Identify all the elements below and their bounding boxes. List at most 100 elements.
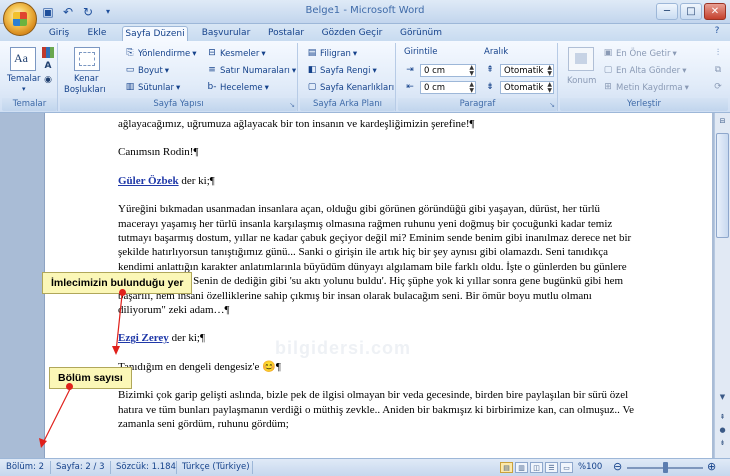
- close-button[interactable]: ✕: [704, 3, 726, 20]
- indent-left-spinner-icon[interactable]: ▲ ▼: [469, 65, 474, 77]
- theme-fonts-icon[interactable]: A: [42, 61, 54, 72]
- tab-basvurular[interactable]: Başvurular: [200, 26, 252, 41]
- zoom-in-icon[interactable]: ⊕: [707, 460, 716, 473]
- document-paragraph[interactable]: ağlayacağımız, uğrumuza ağlayacak bir to…: [118, 117, 638, 131]
- paragraph-text: Yüreğini bıkmadan usanmadan insanlara aç…: [118, 203, 632, 317]
- zoom-slider-thumb[interactable]: [663, 462, 668, 473]
- print-layout-view-icon[interactable]: ▤: [500, 462, 513, 473]
- paragraph-text: Canımsın Rodin!¶: [118, 146, 199, 159]
- zoom-out-icon[interactable]: ⊖: [613, 460, 622, 473]
- position-label[interactable]: Konum: [567, 76, 596, 86]
- spacing-after-input[interactable]: Otomatik ▲ ▼: [500, 81, 554, 94]
- status-language[interactable]: Türkçe (Türkiye): [182, 462, 250, 472]
- tab-giris[interactable]: Giriş: [46, 26, 72, 41]
- columns-icon: ▥: [125, 82, 135, 92]
- document-paragraph[interactable]: Tanıdığım en dengeli dengesiz'e 😊¶: [118, 360, 638, 374]
- send-to-back-icon: ▢: [603, 65, 613, 75]
- tab-ekle[interactable]: Ekle: [84, 26, 110, 41]
- breaks-button[interactable]: ⊟ Kesmeler ▾: [206, 48, 265, 59]
- page-borders-button[interactable]: ▢ Sayfa Kenarlıkları: [306, 82, 394, 93]
- document-text[interactable]: ağlayacağımız, uğrumuza ağlayacak bir to…: [118, 117, 638, 446]
- tab-sayfa-duzeni[interactable]: Sayfa Düzeni: [122, 26, 188, 41]
- spacing-before-spinner-icon[interactable]: ▲ ▼: [547, 65, 552, 77]
- tab-gozden-gecir[interactable]: Gözden Geçir: [320, 26, 384, 41]
- columns-button[interactable]: ▥ Sütunlar ▾: [124, 82, 181, 93]
- window-controls: ─ □ ✕: [656, 3, 726, 20]
- indent-right-icon: ⇤: [406, 82, 414, 92]
- status-word-count[interactable]: Sözcük: 1.184: [116, 462, 176, 472]
- indent-right-input[interactable]: 0 cm ▲ ▼: [420, 81, 476, 94]
- orientation-button[interactable]: ⎘ Yönlendirme ▾: [124, 48, 196, 59]
- spacing-before-input[interactable]: Otomatik ▲ ▼: [500, 64, 554, 77]
- paragraph-launcher-icon[interactable]: ↘: [549, 101, 555, 109]
- paragraph-text: der ki;¶: [168, 332, 205, 345]
- send-to-back-button[interactable]: ▢ En Alta Gönder ▾: [602, 65, 687, 76]
- web-layout-icon[interactable]: ◫: [530, 462, 543, 473]
- document-paragraph[interactable]: Canımsın Rodin!¶: [118, 145, 638, 159]
- next-page-icon[interactable]: ⇟: [716, 437, 729, 450]
- hyphenation-button[interactable]: b‐ Heceleme ▾: [206, 82, 269, 93]
- scrollbar-thumb[interactable]: [716, 133, 729, 238]
- draft-view-icon[interactable]: ▭: [560, 462, 573, 473]
- vertical-scrollbar[interactable]: ⊟ ▼ ⇞ ● ⇟: [714, 113, 730, 458]
- themes-icon[interactable]: Aa: [10, 47, 36, 71]
- spacing-before-icon: ⇞: [486, 65, 494, 75]
- margins-label-1[interactable]: Kenar: [74, 74, 98, 84]
- group-paragraf: Girintile Aralık ⇥ 0 cm ▲ ▼ ⇤ 0 cm ▲ ▼ ⇞ Oto…: [398, 43, 558, 111]
- watermark-button[interactable]: ▤ Filigran ▾: [306, 48, 357, 59]
- outline-view-icon[interactable]: ☰: [545, 462, 558, 473]
- help-icon[interactable]: ?: [710, 26, 724, 39]
- minimize-button[interactable]: ─: [656, 3, 678, 20]
- position-icon[interactable]: [568, 47, 594, 71]
- status-page[interactable]: Sayfa: 2 / 3: [56, 462, 105, 472]
- callout-cursor-dot: [119, 289, 126, 296]
- document-paragraph[interactable]: Yüreğini bıkmadan usanmadan insanlara aç…: [118, 202, 638, 317]
- group-objects-icon[interactable]: ⧉: [712, 65, 724, 76]
- full-screen-reading-icon[interactable]: ▥: [515, 462, 528, 473]
- maximize-button[interactable]: □: [680, 3, 702, 20]
- align-icon[interactable]: ⫶: [712, 48, 724, 59]
- group-label-sayfa-arka-plani: Sayfa Arka Planı: [300, 98, 395, 111]
- line-numbers-button[interactable]: ≡ Satır Numaraları ▾: [206, 65, 296, 76]
- status-section[interactable]: Bölüm: 2: [6, 462, 44, 472]
- themes-button-label[interactable]: Temalar: [7, 74, 41, 84]
- indent-left-input[interactable]: 0 cm ▲ ▼: [420, 64, 476, 77]
- margins-icon[interactable]: [74, 47, 100, 71]
- indent-heading: Girintile: [404, 47, 438, 57]
- page-color-icon: ◧: [307, 65, 317, 75]
- page-setup-launcher-icon[interactable]: ↘: [289, 101, 295, 109]
- browse-object-icon[interactable]: ●: [716, 424, 729, 437]
- scroll-down-icon[interactable]: ▼: [716, 391, 729, 404]
- rotate-icon[interactable]: ⟳: [712, 82, 724, 93]
- ribbon-tabs: Giriş Ekle Sayfa Düzeni Başvurular Posta…: [0, 24, 730, 41]
- previous-page-icon[interactable]: ⇞: [716, 411, 729, 424]
- callout-cursor-position: İmlecimizin bulunduğu yer: [42, 272, 193, 294]
- margins-label-2[interactable]: Boşlukları: [64, 85, 106, 95]
- paragraph-text: Tanıdığım en dengeli dengesiz'e 😊¶: [118, 360, 281, 373]
- indent-right-spinner-icon[interactable]: ▲ ▼: [469, 82, 474, 94]
- bring-to-front-button[interactable]: ▣ En Öne Getir ▾: [602, 48, 677, 59]
- document-paragraph[interactable]: Bizimki çok garip gelişti aslında, bizle…: [118, 388, 638, 431]
- tab-postalar[interactable]: Postalar: [266, 26, 306, 41]
- author-link[interactable]: Ezgi Zerey: [118, 332, 169, 344]
- office-button[interactable]: [3, 2, 37, 36]
- bring-to-front-icon: ▣: [603, 48, 613, 58]
- page-color-button[interactable]: ◧ Sayfa Rengi ▾: [306, 65, 377, 76]
- ruler-toggle-icon[interactable]: ⊟: [716, 115, 729, 128]
- text-wrapping-button[interactable]: ⊞ Metin Kaydırma ▾: [602, 82, 689, 93]
- author-link[interactable]: Güler Özbek: [118, 175, 179, 187]
- themes-dropdown-icon[interactable]: ▾: [22, 85, 26, 93]
- size-icon: ▭: [125, 65, 135, 75]
- size-button[interactable]: ▭ Boyut ▾: [124, 65, 169, 76]
- status-bar: Bölüm: 2 Sayfa: 2 / 3 Sözcük: 1.184 Türk…: [0, 458, 730, 476]
- callout-section-count: Bölüm sayısı: [49, 367, 132, 389]
- theme-effects-icon[interactable]: ◉: [42, 75, 54, 86]
- tab-gorunum[interactable]: Görünüm: [398, 26, 444, 41]
- document-paragraph[interactable]: Güler Özbek der ki;¶: [118, 174, 638, 188]
- breaks-icon: ⊟: [208, 48, 216, 58]
- spacing-after-spinner-icon[interactable]: ▲ ▼: [547, 82, 552, 94]
- zoom-level[interactable]: %100: [578, 462, 602, 472]
- document-paragraph[interactable]: Ezgi Zerey der ki;¶: [118, 331, 638, 345]
- theme-colors-icon[interactable]: [42, 47, 54, 58]
- callout-section-dot: [66, 383, 73, 390]
